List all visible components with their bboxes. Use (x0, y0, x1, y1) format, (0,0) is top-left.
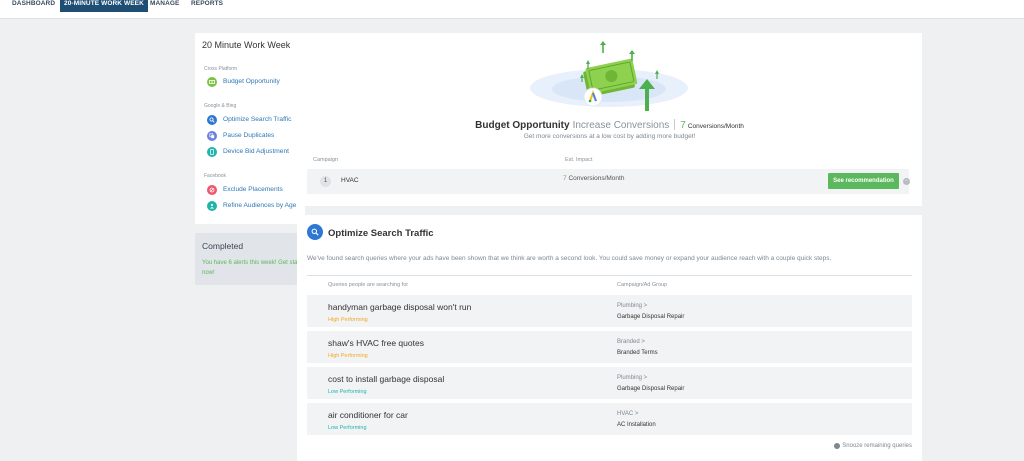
sidebar-item-exclude-placements[interactable]: Exclude Placements (207, 184, 283, 195)
budget-title: Budget Opportunity (475, 120, 570, 131)
nav-manage[interactable]: MANAGE (150, 0, 180, 12)
sidebar-item-budget-opportunity[interactable]: Budget Opportunity (207, 76, 280, 87)
see-recommendation-button[interactable]: See recommendation (828, 173, 899, 189)
heading-divider (674, 119, 676, 130)
sidebar-panel: 20 Minute Work Week Cross Platform Budge… (195, 33, 305, 224)
impact-unit: Conversions/Month (568, 175, 625, 182)
ad-group-name: Garbage Disposal Repair (617, 386, 685, 392)
optimize-search-traffic-card: Optimize Search Traffic We've found sear… (297, 215, 922, 461)
ad-group-name: Garbage Disposal Repair (617, 314, 685, 320)
impact-value: 7 (563, 175, 567, 182)
column-header-queries: Queries people are searching for (328, 282, 409, 288)
table-row[interactable]: air conditioner for car Low Performing H… (307, 403, 912, 435)
block-icon (207, 184, 217, 195)
sidebar-title: 20 Minute Work Week (202, 40, 291, 50)
completed-title: Completed (202, 241, 244, 251)
row-impact: 7 Conversions/Month (563, 175, 624, 182)
performance-label: Low Performing (328, 389, 367, 395)
completed-panel: Completed You have 6 alerts this week! G… (195, 233, 298, 285)
sidebar-item-label: Optimize Search Traffic (223, 116, 292, 123)
budget-metric-unit: Conversions/Month (687, 123, 744, 130)
row-number-badge: 1 (320, 176, 331, 187)
query-text: handyman garbage disposal won't run (328, 302, 472, 312)
query-text: shaw's HVAC free quotes (328, 338, 424, 348)
snooze-label: Snooze remaining queries (842, 443, 912, 449)
money-icon (207, 76, 217, 87)
campaign-name: Plumbing > (617, 303, 648, 309)
performance-label: Low Performing (328, 425, 367, 431)
copy-icon (207, 130, 217, 141)
nav-reports[interactable]: REPORTS (191, 0, 223, 12)
table-row[interactable]: shaw's HVAC free quotes High Performing … (307, 331, 912, 363)
table-row[interactable]: handyman garbage disposal won't run High… (307, 295, 912, 327)
ad-group-name: AC Installation (617, 422, 656, 428)
sidebar-item-pause-duplicates[interactable]: Pause Duplicates (207, 130, 274, 141)
money-illustration-icon (580, 41, 659, 111)
performance-label: High Performing (328, 353, 368, 359)
optimize-title: Optimize Search Traffic (328, 228, 434, 239)
snooze-icon (834, 443, 841, 449)
sidebar-item-label: Device Bid Adjustment (223, 148, 289, 155)
audience-icon (207, 200, 217, 211)
sidebar-item-refine-audiences[interactable]: Refine Audiences by Age (207, 200, 296, 211)
table-row[interactable]: cost to install garbage disposal Low Per… (307, 367, 912, 399)
row-campaign: HVAC (341, 177, 359, 184)
budget-heading: Budget Opportunity Increase Conversions 7 C… (297, 115, 922, 133)
performance-label: High Performing (328, 317, 368, 323)
divider (307, 275, 912, 276)
search-icon (307, 224, 323, 240)
snooze-remaining-link[interactable]: Snooze remaining queries (834, 443, 912, 449)
nav-dashboard[interactable]: DASHBOARD (12, 0, 55, 12)
sidebar-item-optimize-search-traffic[interactable]: Optimize Search Traffic (207, 114, 291, 125)
column-header-impact: Est. Impact (565, 157, 593, 163)
sidebar-item-device-bid-adjustment[interactable]: Device Bid Adjustment (207, 146, 289, 157)
query-text: cost to install garbage disposal (328, 374, 445, 384)
sidebar-item-label: Refine Audiences by Age (223, 202, 297, 209)
completed-text[interactable]: You have 6 alerts this week! Get started… (202, 258, 298, 278)
budget-opportunity-card: Budget Opportunity Increase Conversions 7 C… (297, 33, 922, 206)
mobile-icon (207, 146, 217, 157)
sidebar-item-label: Budget Opportunity (223, 78, 280, 85)
group-label-cross-platform: Cross Platform (204, 66, 238, 72)
table-row: 1 HVAC 7 Conversions/Month See recommend… (307, 169, 910, 194)
sidebar-item-label: Exclude Placements (223, 186, 283, 193)
campaign-name: Plumbing > (617, 375, 648, 381)
budget-subtitle: Increase Conversions (572, 120, 670, 131)
optimize-description: We've found search queries where your ad… (307, 255, 832, 262)
dismiss-icon[interactable]: − (903, 178, 910, 185)
query-text: air conditioner for car (328, 410, 408, 420)
column-header-campaign-ad-group: Campaign/Ad Group (617, 282, 668, 288)
sidebar-item-label: Pause Duplicates (223, 132, 275, 139)
top-nav: DASHBOARD 20-MINUTE WORK WEEK MANAGE REP… (0, 0, 1024, 19)
budget-metric-value: 7 (680, 120, 686, 131)
group-label-facebook: Facebook (204, 173, 226, 179)
nav-20-minute-work-week[interactable]: 20-MINUTE WORK WEEK (60, 0, 148, 12)
budget-description: Get more conversions at a low cost by ad… (523, 133, 696, 140)
group-label-google-bing: Google & Bing (204, 103, 237, 109)
ad-group-name: Branded Terms (617, 350, 658, 356)
campaign-name: HVAC > (617, 411, 639, 417)
column-header-campaign: Campaign (313, 157, 339, 163)
search-icon (207, 114, 217, 125)
campaign-name: Branded > (617, 339, 645, 345)
